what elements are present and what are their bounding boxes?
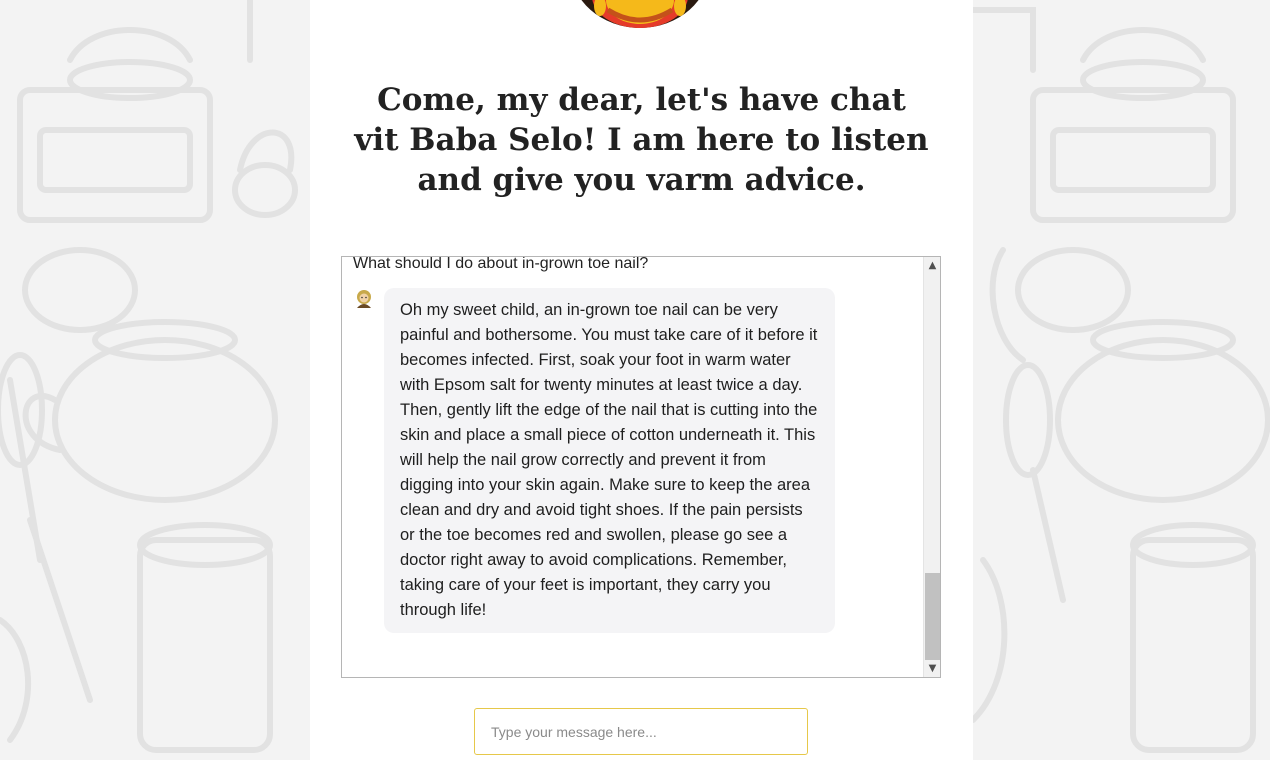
baba-selo-avatar-icon (550, 0, 730, 28)
chat-message-list[interactable]: What should I do about in-grown toe nail… (342, 257, 923, 677)
message-input[interactable] (474, 708, 808, 755)
background-kitchen-pattern-left (0, 0, 310, 760)
scrollbar-thumb[interactable] (925, 573, 940, 660)
scroll-up-icon[interactable]: ▲ (924, 257, 940, 274)
user-message: What should I do about in-grown toe nail… (353, 257, 649, 272)
chat-scrollbar[interactable]: ▲ ▼ (923, 257, 940, 677)
background-kitchen-pattern-right (973, 0, 1270, 760)
grandma-avatar-icon (354, 289, 374, 309)
assistant-message: Oh my sweet child, an in-grown toe nail … (384, 288, 835, 633)
page-title: Come, my dear, let's have chat vit Baba … (354, 82, 929, 198)
chat-window[interactable]: What should I do about in-grown toe nail… (341, 256, 941, 678)
chat-panel: Come, my dear, let's have chat vit Baba … (310, 0, 973, 760)
scroll-down-icon[interactable]: ▼ (924, 660, 940, 677)
